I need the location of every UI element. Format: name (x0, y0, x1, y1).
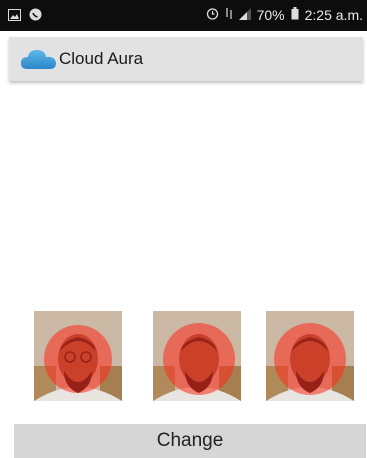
app-bar: Cloud Aura (9, 37, 363, 81)
alarm-icon (206, 7, 219, 23)
status-bar: 70% 2:25 a.m. (0, 0, 367, 31)
aura-photo-2[interactable] (153, 311, 241, 401)
status-left (8, 8, 42, 24)
whatsapp-icon (29, 8, 42, 24)
status-right: 70% 2:25 a.m. (206, 7, 363, 23)
clock: 2:25 a.m. (304, 7, 363, 23)
battery-percent: 70% (256, 7, 285, 23)
cloud-icon (21, 47, 57, 71)
signal-icon (238, 7, 251, 23)
app-title: Cloud Aura (59, 49, 144, 68)
gallery-icon (8, 8, 21, 24)
network-icon (225, 7, 233, 23)
aura-photo-3[interactable] (266, 311, 354, 401)
aura-photo-1[interactable] (34, 311, 122, 401)
battery-icon (291, 7, 299, 23)
change-button[interactable]: Change (14, 424, 366, 458)
